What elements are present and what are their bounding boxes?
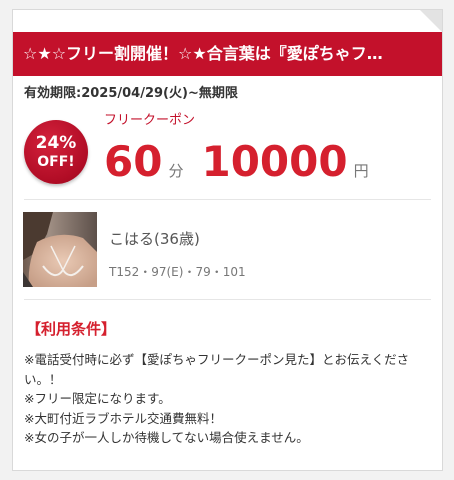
coupon-card[interactable]: ☆★☆フリー割開催！☆★合言葉は『愛ぽちゃフ… 有効期限:2025/04/29(…	[12, 9, 443, 471]
price-unit: 円	[353, 162, 369, 180]
course-price: 10000	[201, 137, 348, 186]
girl-photo[interactable]	[23, 212, 97, 287]
conditions-title: 【利用条件】	[26, 320, 117, 338]
validity-period: 有効期限:2025/04/29(火)~無期限	[24, 86, 238, 101]
condition-item: ※女の子が一人しか待機してない場合使えません。	[24, 430, 309, 445]
girl-stats: T152・97(E)・79・101	[109, 265, 246, 279]
discount-badge: 24% OFF!	[24, 120, 88, 184]
condition-item: ※電話受付時に必ず【愛ぽちゃフリークーポン見た】とお伝えください。！	[24, 352, 410, 387]
coupon-title-banner: ☆★☆フリー割開催！☆★合言葉は『愛ぽちゃフ…	[13, 32, 442, 76]
corner-fold-icon	[419, 10, 442, 33]
girl-name[interactable]: こはる(36歳)	[109, 228, 200, 249]
condition-item: ※大町付近ラブホテル交通費無料！	[24, 410, 222, 426]
coupon-page: ☆★☆フリー割開催！☆★合言葉は『愛ぽちゃフ… 有効期限:2025/04/29(…	[0, 0, 454, 480]
coupon-type-label: フリークーポン	[104, 113, 196, 128]
price-row: 60 分 10000 円	[104, 132, 369, 192]
discount-percent: 24%	[35, 133, 77, 153]
condition-item: ※フリー限定になります。	[24, 391, 171, 406]
discount-off-label: OFF!	[37, 154, 75, 170]
girl-photo-image	[23, 212, 97, 287]
conditions-list: ※電話受付時に必ず【愛ぽちゃフリークーポン見た】とお伝えください。！ ※フリー限…	[24, 350, 434, 448]
divider	[24, 299, 431, 300]
course-minutes: 60	[104, 137, 163, 186]
minutes-unit: 分	[168, 162, 184, 180]
divider	[24, 199, 431, 200]
